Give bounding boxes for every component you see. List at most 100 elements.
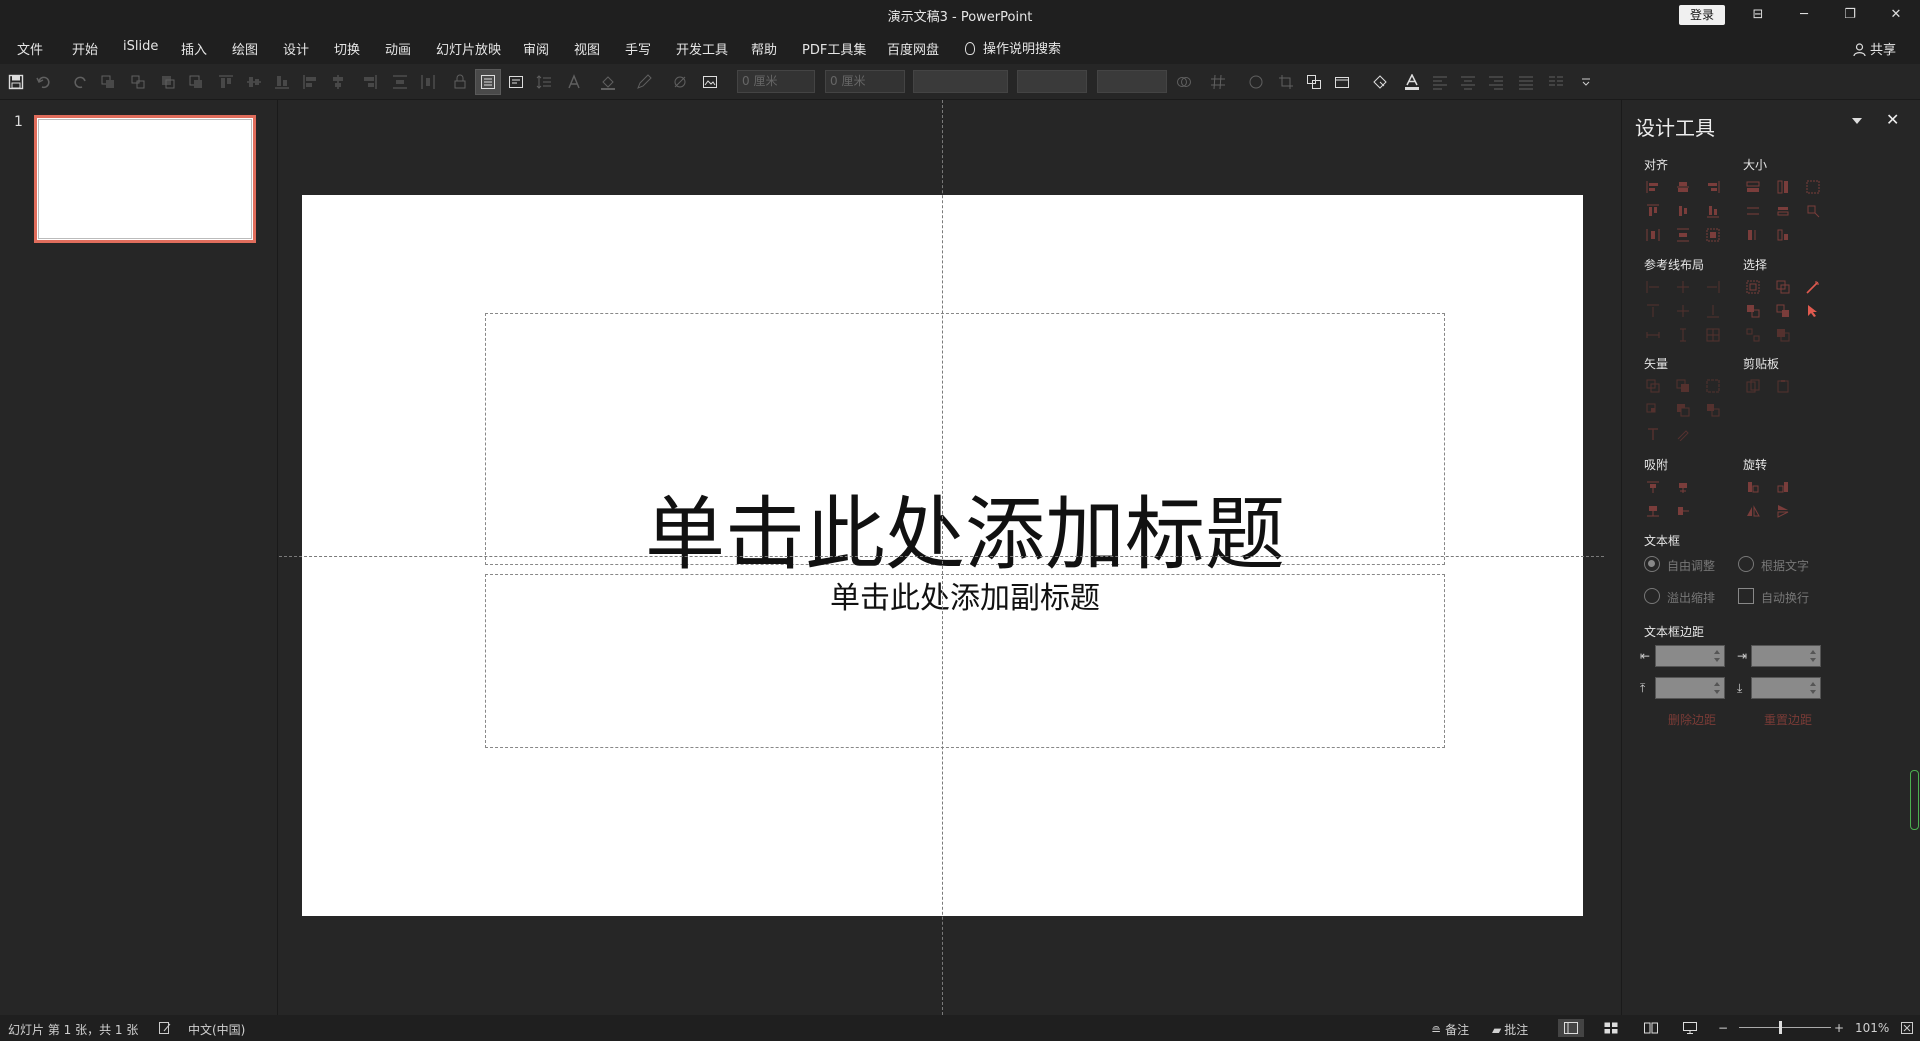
send-backward-icon[interactable]	[188, 74, 204, 90]
copy-icon[interactable]	[1746, 379, 1760, 393]
normal-view-button[interactable]	[1558, 1019, 1584, 1037]
line-spacing-icon[interactable]	[536, 74, 552, 90]
save-icon[interactable]	[8, 74, 24, 90]
slide-editor[interactable]: 单击此处添加标题 单击此处添加副标题	[279, 100, 1620, 1015]
guide-center-icon[interactable]	[1676, 280, 1690, 294]
login-button[interactable]: 登录	[1679, 5, 1725, 25]
text-box-icon[interactable]	[508, 74, 524, 90]
fill-bucket-icon[interactable]	[600, 74, 616, 90]
align-right-icon[interactable]	[1706, 180, 1720, 194]
guide-spread-h-icon[interactable]	[1646, 328, 1660, 342]
columns-icon[interactable]	[1548, 74, 1564, 90]
tab-file[interactable]: 文件	[17, 39, 43, 58]
fit-height-icon[interactable]	[1776, 228, 1790, 242]
paste-icon[interactable]	[1776, 379, 1790, 393]
fit-to-window-icon[interactable]	[1900, 1021, 1914, 1035]
bring-forward-icon[interactable]	[160, 74, 176, 90]
combine-shapes-icon[interactable]	[1676, 379, 1690, 393]
intersect-shapes-icon[interactable]	[1646, 403, 1660, 417]
rotate-left-icon[interactable]	[1746, 480, 1760, 494]
magic-wand-icon[interactable]	[1806, 280, 1820, 294]
align-middle-icon[interactable]	[246, 74, 262, 90]
tab-developer[interactable]: 开发工具	[676, 39, 728, 58]
margin-top-input[interactable]	[1655, 677, 1725, 699]
snap-top-icon[interactable]	[1646, 480, 1660, 494]
shape-select-icon[interactable]	[1372, 74, 1388, 90]
arrange-icon[interactable]	[1306, 74, 1322, 90]
horizontal-guide[interactable]	[279, 556, 1604, 557]
slide-thumbnail[interactable]	[34, 115, 256, 243]
fragment-shapes-icon[interactable]	[1706, 379, 1720, 393]
align-top-icon[interactable]	[218, 74, 234, 90]
zoom-out-button[interactable]: −	[1718, 1021, 1728, 1035]
zoom-slider-thumb[interactable]	[1779, 1021, 1782, 1034]
tab-insert[interactable]: 插入	[181, 39, 207, 58]
overflow-shrink-radio[interactable]	[1644, 588, 1660, 604]
zoom-in-button[interactable]: +	[1834, 1021, 1844, 1035]
text-align-left-icon[interactable]	[1432, 74, 1448, 90]
guide-middle-icon[interactable]	[1676, 304, 1690, 318]
selection-pane-icon[interactable]	[1334, 74, 1350, 90]
notes-button[interactable]: ≘ 备注	[1431, 1021, 1469, 1038]
align-bottom-icon[interactable]	[274, 74, 290, 90]
shape-effects-icon[interactable]	[672, 74, 688, 90]
share-button[interactable]: 共享	[1853, 39, 1896, 58]
align-center-icon[interactable]	[1676, 180, 1690, 194]
tab-home[interactable]: 开始	[72, 39, 98, 58]
resize-icon[interactable]	[1806, 204, 1820, 218]
subtitle-placeholder[interactable]: 单击此处添加副标题	[485, 574, 1445, 748]
comments-button[interactable]: ▰ 批注	[1492, 1021, 1528, 1038]
vertical-guide[interactable]	[942, 100, 943, 1015]
select-similar-icon[interactable]	[1776, 280, 1790, 294]
flip-vertical-icon[interactable]	[1776, 504, 1790, 518]
slide-sorter-button[interactable]	[1598, 1019, 1624, 1037]
split-shapes-icon[interactable]	[1706, 403, 1720, 417]
guide-spread-v-icon[interactable]	[1676, 328, 1690, 342]
fit-text-radio[interactable]	[1738, 556, 1754, 572]
select-invert-icon[interactable]	[1776, 328, 1790, 342]
zoom-level[interactable]: 101%	[1855, 1021, 1889, 1035]
margin-right-input[interactable]	[1751, 645, 1821, 667]
distribute-h-icon[interactable]	[1646, 228, 1660, 242]
restore-button[interactable]: ❐	[1827, 0, 1873, 30]
fit-width-icon[interactable]	[1746, 228, 1760, 242]
subtitle-placeholder-text[interactable]: 单击此处添加副标题	[486, 573, 1444, 617]
select-back-icon[interactable]	[1776, 304, 1790, 318]
lock-icon[interactable]	[452, 74, 468, 90]
redo-icon[interactable]	[72, 74, 88, 90]
distribute-horizontal-icon[interactable]	[420, 74, 436, 90]
align-middle-icon[interactable]	[1676, 204, 1690, 218]
slideshow-button[interactable]	[1677, 1019, 1703, 1037]
ribbon-display-icon[interactable]: ⊟	[1735, 0, 1781, 30]
width-match-icon[interactable]	[1746, 204, 1760, 218]
auto-wrap-checkbox[interactable]	[1738, 588, 1754, 604]
select-same-icon[interactable]	[1746, 280, 1760, 294]
grid-hash-icon[interactable]	[1210, 74, 1226, 90]
tab-help[interactable]: 帮助	[751, 39, 777, 58]
snap-bottom-icon[interactable]	[1646, 504, 1660, 518]
tab-islide[interactable]: iSlide	[123, 39, 158, 54]
title-placeholder-text[interactable]: 单击此处添加标题	[486, 470, 1444, 586]
guide-left-icon[interactable]	[1646, 280, 1660, 294]
tab-handwriting[interactable]: 手写	[625, 39, 651, 58]
snap-side-icon[interactable]	[1676, 504, 1690, 518]
crop-icon[interactable]	[1278, 74, 1294, 90]
text-direction-button[interactable]	[475, 69, 501, 95]
align-slide-icon[interactable]	[1706, 228, 1720, 242]
rotate-right-icon[interactable]	[1776, 480, 1790, 494]
text-to-vector-icon[interactable]	[1646, 427, 1660, 441]
reading-view-button[interactable]	[1638, 1019, 1664, 1037]
distribute-vertical-icon[interactable]	[392, 74, 408, 90]
reset-margin-link[interactable]: 重置边距	[1764, 711, 1812, 728]
align-left-icon[interactable]	[1646, 180, 1660, 194]
shape-height-field[interactable]: 0 厘米	[825, 70, 905, 93]
guide-right-icon[interactable]	[1706, 280, 1720, 294]
guide-top-icon[interactable]	[1646, 304, 1660, 318]
panel-menu-icon[interactable]	[1852, 118, 1862, 124]
tab-slideshow[interactable]: 幻灯片放映	[436, 39, 501, 58]
tab-design[interactable]: 设计	[283, 39, 309, 58]
align-top-icon[interactable]	[1646, 204, 1660, 218]
panel-close-button[interactable]: ✕	[1886, 110, 1899, 129]
minimize-button[interactable]: ─	[1781, 0, 1827, 30]
title-placeholder[interactable]: 单击此处添加标题	[485, 313, 1445, 581]
